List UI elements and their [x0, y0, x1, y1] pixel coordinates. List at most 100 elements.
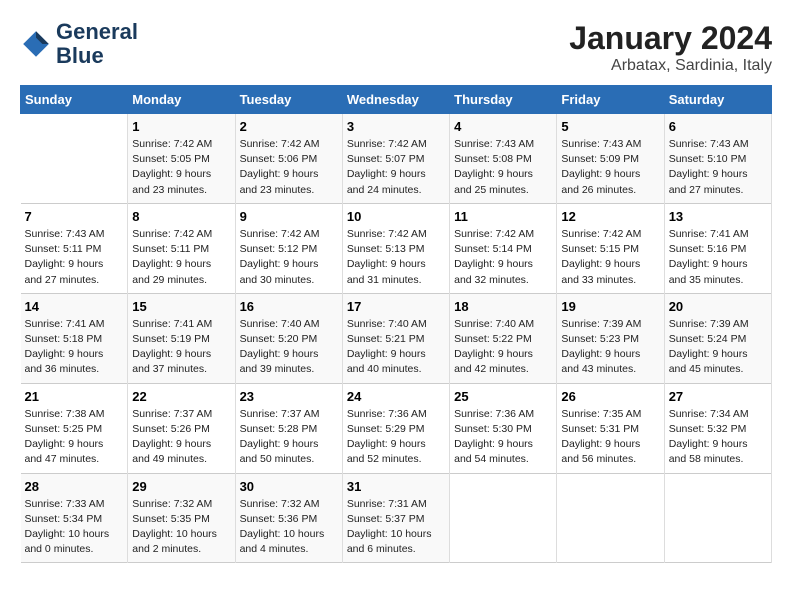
day-info: Sunrise: 7:41 AMSunset: 5:16 PMDaylight:…	[669, 227, 767, 288]
calendar-cell: 15 Sunrise: 7:41 AMSunset: 5:19 PMDaylig…	[128, 293, 235, 383]
day-number: 14	[25, 299, 124, 314]
calendar-cell: 10 Sunrise: 7:42 AMSunset: 5:13 PMDaylig…	[342, 203, 449, 293]
day-info: Sunrise: 7:43 AMSunset: 5:10 PMDaylight:…	[669, 137, 767, 198]
day-info: Sunrise: 7:36 AMSunset: 5:30 PMDaylight:…	[454, 407, 552, 468]
calendar-cell: 4 Sunrise: 7:43 AMSunset: 5:08 PMDayligh…	[450, 114, 557, 204]
calendar-cell: 24 Sunrise: 7:36 AMSunset: 5:29 PMDaylig…	[342, 383, 449, 473]
calendar-cell	[450, 473, 557, 563]
day-number: 31	[347, 479, 445, 494]
day-number: 13	[669, 209, 767, 224]
day-info: Sunrise: 7:39 AMSunset: 5:24 PMDaylight:…	[669, 317, 767, 378]
calendar-cell: 3 Sunrise: 7:42 AMSunset: 5:07 PMDayligh…	[342, 114, 449, 204]
day-number: 18	[454, 299, 552, 314]
day-number: 25	[454, 389, 552, 404]
calendar-cell: 29 Sunrise: 7:32 AMSunset: 5:35 PMDaylig…	[128, 473, 235, 563]
calendar-cell: 27 Sunrise: 7:34 AMSunset: 5:32 PMDaylig…	[664, 383, 771, 473]
calendar-cell: 7 Sunrise: 7:43 AMSunset: 5:11 PMDayligh…	[21, 203, 128, 293]
day-info: Sunrise: 7:39 AMSunset: 5:23 PMDaylight:…	[561, 317, 659, 378]
calendar-header-row: SundayMondayTuesdayWednesdayThursdayFrid…	[21, 86, 772, 114]
calendar-table: SundayMondayTuesdayWednesdayThursdayFrid…	[20, 85, 772, 563]
day-number: 4	[454, 119, 552, 134]
day-info: Sunrise: 7:34 AMSunset: 5:32 PMDaylight:…	[669, 407, 767, 468]
day-info: Sunrise: 7:32 AMSunset: 5:35 PMDaylight:…	[132, 497, 230, 558]
day-info: Sunrise: 7:32 AMSunset: 5:36 PMDaylight:…	[240, 497, 338, 558]
day-info: Sunrise: 7:41 AMSunset: 5:19 PMDaylight:…	[132, 317, 230, 378]
calendar-cell: 23 Sunrise: 7:37 AMSunset: 5:28 PMDaylig…	[235, 383, 342, 473]
day-info: Sunrise: 7:40 AMSunset: 5:22 PMDaylight:…	[454, 317, 552, 378]
day-number: 5	[561, 119, 659, 134]
calendar-week-3: 14 Sunrise: 7:41 AMSunset: 5:18 PMDaylig…	[21, 293, 772, 383]
day-number: 28	[25, 479, 124, 494]
day-number: 24	[347, 389, 445, 404]
calendar-cell: 21 Sunrise: 7:38 AMSunset: 5:25 PMDaylig…	[21, 383, 128, 473]
calendar-cell: 22 Sunrise: 7:37 AMSunset: 5:26 PMDaylig…	[128, 383, 235, 473]
calendar-cell	[664, 473, 771, 563]
day-number: 19	[561, 299, 659, 314]
col-header-monday: Monday	[128, 86, 235, 114]
calendar-cell: 11 Sunrise: 7:42 AMSunset: 5:14 PMDaylig…	[450, 203, 557, 293]
day-number: 23	[240, 389, 338, 404]
calendar-cell: 2 Sunrise: 7:42 AMSunset: 5:06 PMDayligh…	[235, 114, 342, 204]
day-info: Sunrise: 7:41 AMSunset: 5:18 PMDaylight:…	[25, 317, 124, 378]
calendar-cell: 16 Sunrise: 7:40 AMSunset: 5:20 PMDaylig…	[235, 293, 342, 383]
calendar-week-2: 7 Sunrise: 7:43 AMSunset: 5:11 PMDayligh…	[21, 203, 772, 293]
col-header-thursday: Thursday	[450, 86, 557, 114]
day-info: Sunrise: 7:31 AMSunset: 5:37 PMDaylight:…	[347, 497, 445, 558]
day-info: Sunrise: 7:42 AMSunset: 5:14 PMDaylight:…	[454, 227, 552, 288]
day-info: Sunrise: 7:42 AMSunset: 5:15 PMDaylight:…	[561, 227, 659, 288]
calendar-cell: 28 Sunrise: 7:33 AMSunset: 5:34 PMDaylig…	[21, 473, 128, 563]
day-number: 6	[669, 119, 767, 134]
day-number: 11	[454, 209, 552, 224]
calendar-cell: 19 Sunrise: 7:39 AMSunset: 5:23 PMDaylig…	[557, 293, 664, 383]
calendar-cell: 18 Sunrise: 7:40 AMSunset: 5:22 PMDaylig…	[450, 293, 557, 383]
calendar-cell: 30 Sunrise: 7:32 AMSunset: 5:36 PMDaylig…	[235, 473, 342, 563]
calendar-cell: 31 Sunrise: 7:31 AMSunset: 5:37 PMDaylig…	[342, 473, 449, 563]
day-number: 27	[669, 389, 767, 404]
calendar-week-4: 21 Sunrise: 7:38 AMSunset: 5:25 PMDaylig…	[21, 383, 772, 473]
day-info: Sunrise: 7:43 AMSunset: 5:09 PMDaylight:…	[561, 137, 659, 198]
title-block: January 2024 Arbatax, Sardinia, Italy	[569, 20, 772, 75]
day-info: Sunrise: 7:40 AMSunset: 5:20 PMDaylight:…	[240, 317, 338, 378]
day-number: 30	[240, 479, 338, 494]
day-info: Sunrise: 7:42 AMSunset: 5:06 PMDaylight:…	[240, 137, 338, 198]
calendar-cell: 14 Sunrise: 7:41 AMSunset: 5:18 PMDaylig…	[21, 293, 128, 383]
day-number: 2	[240, 119, 338, 134]
day-info: Sunrise: 7:36 AMSunset: 5:29 PMDaylight:…	[347, 407, 445, 468]
day-number: 9	[240, 209, 338, 224]
logo-text: General Blue	[56, 20, 138, 68]
calendar-week-1: 1 Sunrise: 7:42 AMSunset: 5:05 PMDayligh…	[21, 114, 772, 204]
calendar-cell	[557, 473, 664, 563]
day-info: Sunrise: 7:42 AMSunset: 5:05 PMDaylight:…	[132, 137, 230, 198]
calendar-cell: 8 Sunrise: 7:42 AMSunset: 5:11 PMDayligh…	[128, 203, 235, 293]
day-info: Sunrise: 7:43 AMSunset: 5:11 PMDaylight:…	[25, 227, 124, 288]
calendar-cell: 13 Sunrise: 7:41 AMSunset: 5:16 PMDaylig…	[664, 203, 771, 293]
page-header: General Blue January 2024 Arbatax, Sardi…	[20, 20, 772, 75]
day-info: Sunrise: 7:40 AMSunset: 5:21 PMDaylight:…	[347, 317, 445, 378]
calendar-cell: 12 Sunrise: 7:42 AMSunset: 5:15 PMDaylig…	[557, 203, 664, 293]
day-number: 29	[132, 479, 230, 494]
day-number: 7	[25, 209, 124, 224]
day-info: Sunrise: 7:42 AMSunset: 5:07 PMDaylight:…	[347, 137, 445, 198]
day-number: 12	[561, 209, 659, 224]
day-number: 15	[132, 299, 230, 314]
day-info: Sunrise: 7:43 AMSunset: 5:08 PMDaylight:…	[454, 137, 552, 198]
day-number: 22	[132, 389, 230, 404]
col-header-saturday: Saturday	[664, 86, 771, 114]
day-info: Sunrise: 7:42 AMSunset: 5:11 PMDaylight:…	[132, 227, 230, 288]
day-info: Sunrise: 7:35 AMSunset: 5:31 PMDaylight:…	[561, 407, 659, 468]
day-info: Sunrise: 7:42 AMSunset: 5:13 PMDaylight:…	[347, 227, 445, 288]
logo: General Blue	[20, 20, 138, 68]
calendar-cell: 20 Sunrise: 7:39 AMSunset: 5:24 PMDaylig…	[664, 293, 771, 383]
day-number: 1	[132, 119, 230, 134]
day-number: 10	[347, 209, 445, 224]
logo-icon	[20, 28, 52, 60]
day-number: 21	[25, 389, 124, 404]
col-header-sunday: Sunday	[21, 86, 128, 114]
calendar-cell: 5 Sunrise: 7:43 AMSunset: 5:09 PMDayligh…	[557, 114, 664, 204]
calendar-week-5: 28 Sunrise: 7:33 AMSunset: 5:34 PMDaylig…	[21, 473, 772, 563]
day-number: 16	[240, 299, 338, 314]
day-number: 17	[347, 299, 445, 314]
day-info: Sunrise: 7:37 AMSunset: 5:28 PMDaylight:…	[240, 407, 338, 468]
col-header-tuesday: Tuesday	[235, 86, 342, 114]
day-info: Sunrise: 7:37 AMSunset: 5:26 PMDaylight:…	[132, 407, 230, 468]
